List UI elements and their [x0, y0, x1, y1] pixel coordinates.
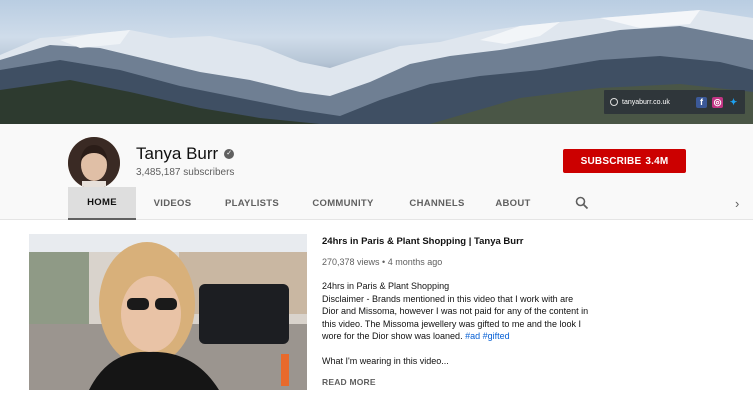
- subscribe-button[interactable]: SUBSCRIBE 3.4M: [563, 149, 686, 173]
- facebook-icon[interactable]: f: [696, 96, 707, 108]
- channel-banner: tanyaburr.co.uk f ◎ ✦: [0, 0, 753, 124]
- avatar-image: [68, 137, 120, 189]
- website-link[interactable]: tanyaburr.co.uk: [610, 98, 691, 106]
- channel-tabs: HOME VIDEOS PLAYLISTS COMMUNITY CHANNELS…: [68, 187, 543, 220]
- featured-video-meta: 270,378 views • 4 months ago: [322, 257, 443, 267]
- featured-video-thumbnail[interactable]: [29, 234, 307, 390]
- tab-channels[interactable]: CHANNELS: [391, 187, 483, 220]
- tab-community[interactable]: COMMUNITY: [295, 187, 391, 220]
- tab-about[interactable]: ABOUT: [483, 187, 543, 220]
- tab-playlists[interactable]: PLAYLISTS: [209, 187, 295, 220]
- tab-home[interactable]: HOME: [68, 187, 136, 220]
- channel-links-overlay: tanyaburr.co.uk f ◎ ✦: [604, 90, 745, 114]
- avatar[interactable]: [68, 137, 120, 189]
- instagram-icon[interactable]: ◎: [712, 96, 723, 108]
- hashtag-link[interactable]: #ad: [465, 331, 480, 341]
- channel-header: Tanya Burr ✓ 3,485,187 subscribers SUBSC…: [0, 124, 753, 220]
- verified-icon: ✓: [224, 149, 235, 159]
- read-more-button[interactable]: READ MORE: [322, 377, 376, 387]
- featured-video-description: 24hrs in Paris & Plant Shopping Disclaim…: [322, 281, 589, 342]
- channel-name: Tanya Burr ✓: [136, 144, 235, 164]
- subscriber-count: 3,485,187 subscribers: [136, 167, 235, 178]
- featured-video-more-text: What I'm wearing in this video...: [322, 356, 449, 366]
- chevron-right-icon[interactable]: ›: [735, 196, 739, 211]
- hashtag-link[interactable]: #gifted: [483, 331, 510, 341]
- search-icon[interactable]: [575, 196, 589, 210]
- twitter-icon[interactable]: ✦: [728, 97, 739, 108]
- video-frame-image: [29, 234, 307, 390]
- featured-video-title[interactable]: 24hrs in Paris & Plant Shopping | Tanya …: [322, 236, 524, 247]
- tab-videos[interactable]: VIDEOS: [136, 187, 209, 220]
- globe-icon: [610, 98, 618, 106]
